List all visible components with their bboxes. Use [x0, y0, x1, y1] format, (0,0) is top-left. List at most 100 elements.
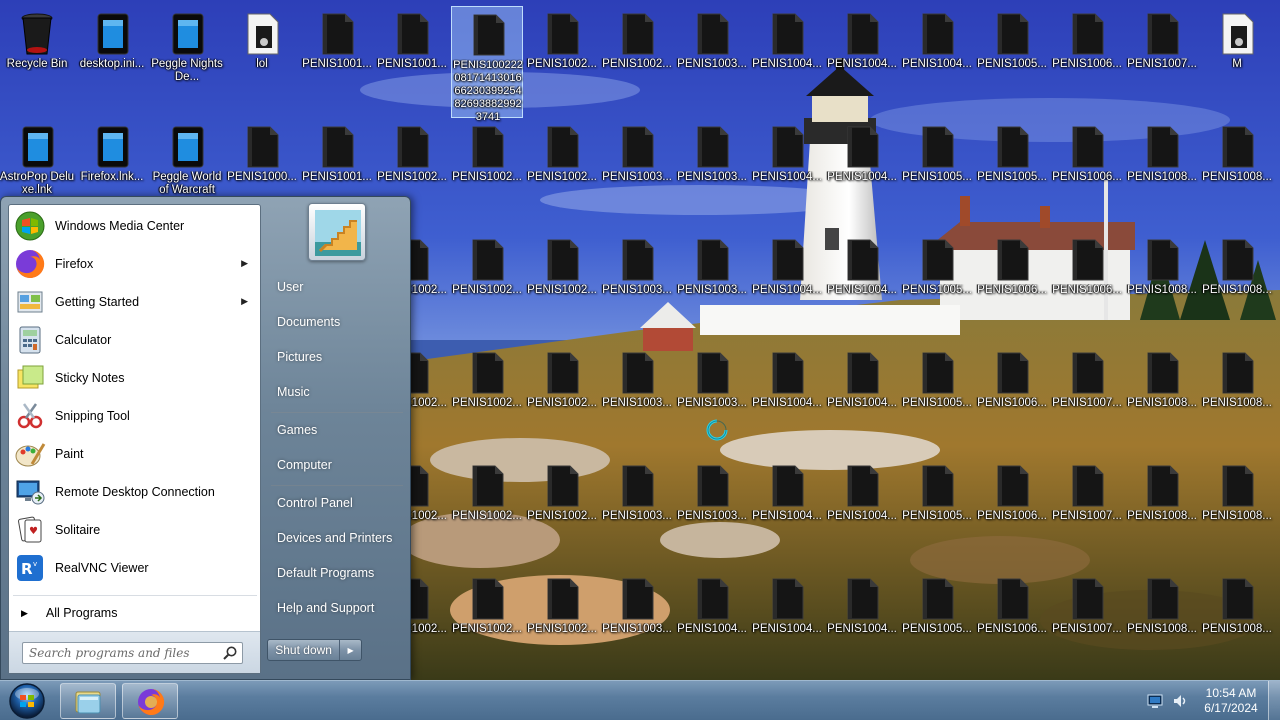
desktop-icon[interactable]: PENIS1005... [901, 345, 973, 457]
desktop-icon[interactable]: lol [226, 6, 298, 118]
desktop-icon[interactable]: PENIS1006... [976, 571, 1048, 683]
desktop-icon[interactable]: Peggle Nights De... [151, 6, 223, 118]
desktop-icon[interactable]: PENIS1004... [676, 571, 748, 683]
shutdown-button[interactable]: Shut down ▶ [267, 639, 362, 661]
desktop-icon[interactable]: PENIS1005... [901, 571, 973, 683]
desktop-icon[interactable]: PENIS1005... [901, 119, 973, 231]
show-desktop-button[interactable] [1268, 681, 1280, 721]
search-icon[interactable] [222, 645, 238, 661]
desktop-icon[interactable]: PENIS1003... [601, 458, 673, 570]
system-clock[interactable]: 10:54 AM 6/17/2024 [1196, 686, 1266, 716]
desktop-icon[interactable]: PENIS1002... [451, 458, 523, 570]
network-icon[interactable] [1147, 694, 1163, 708]
desktop-icon[interactable]: PENIS1004... [826, 571, 898, 683]
desktop-icon[interactable]: PENIS1008... [1201, 458, 1273, 570]
taskbar-firefox-button[interactable] [122, 683, 178, 719]
desktop-icon[interactable]: PENIS1003... [601, 571, 673, 683]
desktop-icon[interactable]: PENIS1006... [976, 345, 1048, 457]
desktop-icon[interactable]: PENIS1002... [526, 232, 598, 344]
start-menu-item[interactable]: ♥ Solitaire [12, 512, 257, 548]
search-input[interactable] [22, 642, 243, 664]
desktop-icon[interactable]: PENIS1008... [1126, 458, 1198, 570]
desktop-icon[interactable]: PENIS1004... [826, 6, 898, 118]
volume-icon[interactable] [1172, 693, 1188, 709]
taskbar-explorer-button[interactable] [60, 683, 116, 719]
desktop-icon[interactable]: PENIS1001... [376, 6, 448, 118]
desktop-icon[interactable]: PENIS1004... [751, 345, 823, 457]
desktop-icon[interactable]: PENIS1005... [901, 232, 973, 344]
start-menu-link-control-panel[interactable]: Control Panel [269, 488, 405, 518]
start-menu-item[interactable]: Paint [12, 436, 257, 472]
desktop-icon[interactable]: desktop.ini... [76, 6, 148, 118]
desktop-icon[interactable]: PENIS1008... [1126, 119, 1198, 231]
start-menu-link-devices-and-printers[interactable]: Devices and Printers [269, 523, 405, 553]
desktop-icon[interactable]: PENIS1007... [1126, 6, 1198, 118]
start-menu-link-music[interactable]: Music [269, 377, 405, 407]
desktop-icon[interactable]: PENIS1006... [1051, 6, 1123, 118]
start-menu-link-help-and-support[interactable]: Help and Support [269, 593, 405, 623]
start-menu-item[interactable]: Calculator [12, 322, 257, 358]
desktop-icon[interactable]: PENIS1004... [826, 232, 898, 344]
desktop-icon[interactable]: PENIS1002... [451, 345, 523, 457]
desktop-icon[interactable]: PENIS1004... [826, 345, 898, 457]
desktop-icon[interactable]: PENIS1003... [601, 119, 673, 231]
start-menu-link-computer[interactable]: Computer [269, 450, 405, 480]
desktop-icon[interactable]: PENIS1006... [1051, 232, 1123, 344]
desktop-icon[interactable]: PENIS1003... [601, 345, 673, 457]
desktop-icon[interactable]: PENIS1007... [1051, 345, 1123, 457]
desktop-icon[interactable]: PENIS1004... [751, 6, 823, 118]
desktop-icon[interactable]: M [1201, 6, 1273, 118]
desktop-icon[interactable]: Recycle Bin [1, 6, 73, 118]
desktop-icon[interactable]: PENIS1002... [526, 6, 598, 118]
user-picture[interactable] [308, 203, 366, 261]
desktop-icon[interactable]: PENIS1002... [451, 119, 523, 231]
desktop-icon[interactable]: PENIS1005... [976, 119, 1048, 231]
desktop-icon[interactable]: PENIS1004... [751, 458, 823, 570]
desktop-icon[interactable]: PENIS1004... [826, 119, 898, 231]
desktop-icon[interactable]: PENIS1007... [1051, 571, 1123, 683]
desktop-icon[interactable]: PENIS1003... [676, 458, 748, 570]
start-menu-link-default-programs[interactable]: Default Programs [269, 558, 405, 588]
desktop-icon[interactable]: PENIS1008... [1201, 571, 1273, 683]
shutdown-options-arrow-icon[interactable]: ▶ [340, 646, 361, 655]
desktop-icon[interactable]: PENIS1003... [601, 232, 673, 344]
start-menu-link-user[interactable]: User [269, 272, 405, 302]
submenu-arrow-icon[interactable]: ▶ [241, 296, 248, 307]
desktop-icon[interactable]: PENIS100222 08171413016 66230399254 8269… [451, 6, 523, 123]
desktop-icon[interactable]: PENIS1007... [1051, 458, 1123, 570]
desktop-icon[interactable]: PENIS1008... [1126, 571, 1198, 683]
desktop-icon[interactable]: PENIS1004... [901, 6, 973, 118]
desktop-icon[interactable]: PENIS1005... [901, 458, 973, 570]
desktop-icon[interactable]: PENIS1006... [976, 232, 1048, 344]
desktop-icon[interactable]: PENIS1004... [751, 232, 823, 344]
desktop-icon[interactable]: PENIS1002... [526, 119, 598, 231]
desktop-icon[interactable]: PENIS1002... [526, 458, 598, 570]
desktop-icon[interactable]: PENIS1001... [301, 6, 373, 118]
start-menu-item[interactable]: Snipping Tool [12, 398, 257, 434]
desktop-icon[interactable]: PENIS1004... [826, 458, 898, 570]
desktop-icon[interactable]: PENIS1008... [1201, 119, 1273, 231]
start-orb-icon[interactable] [6, 682, 48, 720]
start-menu-item[interactable]: Windows Media Center [12, 208, 257, 244]
desktop-icon[interactable]: PENIS1004... [751, 571, 823, 683]
desktop-icon[interactable]: PENIS1002... [526, 345, 598, 457]
start-menu-item[interactable]: Sticky Notes [12, 360, 257, 396]
desktop-icon[interactable]: PENIS1002... [601, 6, 673, 118]
desktop-icon[interactable]: PENIS1002... [526, 571, 598, 683]
all-programs-button[interactable]: ▶ All Programs [13, 601, 257, 625]
desktop-icon[interactable]: PENIS1006... [1051, 119, 1123, 231]
desktop-icon[interactable]: PENIS1005... [976, 6, 1048, 118]
desktop-icon[interactable]: PENIS1006... [976, 458, 1048, 570]
start-menu-item[interactable]: Remote Desktop Connection [12, 474, 257, 510]
desktop-icon[interactable]: PENIS1003... [676, 6, 748, 118]
desktop-icon[interactable]: PENIS1008... [1126, 345, 1198, 457]
desktop-icon[interactable]: PENIS1002... [451, 232, 523, 344]
start-menu-item[interactable]: Getting Started ▶ [12, 284, 257, 320]
start-menu-link-games[interactable]: Games [269, 415, 405, 445]
desktop-icon[interactable]: PENIS1008... [1201, 345, 1273, 457]
desktop-icon[interactable]: PENIS1004... [751, 119, 823, 231]
start-menu-link-documents[interactable]: Documents [269, 307, 405, 337]
desktop-icon[interactable]: PENIS1008... [1201, 232, 1273, 344]
start-menu-item[interactable]: Rv RealVNC Viewer [12, 550, 257, 586]
desktop-icon[interactable]: PENIS1008... [1126, 232, 1198, 344]
